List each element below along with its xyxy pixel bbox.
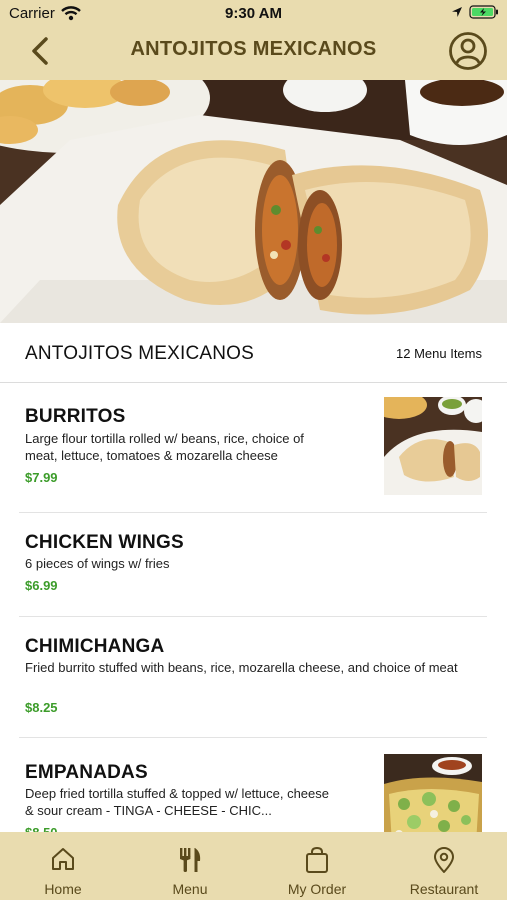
hero-image	[0, 80, 507, 323]
item-price: $7.99	[25, 470, 58, 485]
tab-my-order[interactable]: My Order	[254, 832, 380, 900]
status-time: 9:30 AM	[225, 5, 282, 22]
item-name: BURRITOS	[25, 406, 126, 427]
top-bar: Carrier 9:30 AM ANTOJITOS MEXICANOS	[0, 0, 507, 80]
menu-item-chimichanga[interactable]: CHIMICHANGA Fried burrito stuffed with b…	[19, 617, 487, 738]
map-pin-icon	[434, 847, 454, 873]
tab-bar: Home Menu My Order Restaurant	[0, 832, 507, 900]
item-name: CHICKEN WINGS	[25, 532, 184, 553]
tab-restaurant[interactable]: Restaurant	[381, 832, 507, 900]
battery-icon	[469, 5, 498, 19]
item-price: $6.99	[25, 578, 58, 593]
page-title: ANTOJITOS MEXICANOS	[130, 38, 377, 60]
tab-restaurant-label: Restaurant	[409, 881, 479, 897]
location-arrow-icon	[452, 7, 462, 17]
home-icon	[52, 848, 74, 870]
item-name: EMPANADAS	[25, 762, 148, 783]
fork-knife-icon	[180, 848, 201, 872]
profile-button[interactable]	[447, 30, 489, 72]
item-name: CHIMICHANGA	[25, 636, 165, 657]
item-thumbnail	[384, 397, 482, 495]
navigation-bar: ANTOJITOS MEXICANOS	[0, 28, 507, 80]
tab-home[interactable]: Home	[0, 832, 126, 900]
section-title: ANTOJITOS MEXICANOS	[25, 343, 255, 364]
menu-item-chicken-wings[interactable]: CHICKEN WINGS 6 pieces of wings w/ fries…	[19, 513, 487, 617]
item-description: 6 pieces of wings w/ fries	[25, 556, 170, 571]
status-bar: Carrier 9:30 AM	[0, 0, 507, 28]
item-description: Fried burrito stuffed with beans, rice, …	[25, 660, 458, 675]
item-description: Deep fried tortilla stuffed & topped w/ …	[25, 786, 329, 818]
tab-my-order-label: My Order	[287, 881, 347, 897]
item-description: Large flour tortilla rolled w/ beans, ri…	[25, 431, 304, 463]
user-icon	[449, 32, 487, 70]
tab-home-label: Home	[44, 881, 82, 897]
item-price: $8.25	[25, 700, 58, 715]
tab-menu[interactable]: Menu	[127, 832, 253, 900]
menu-item-burritos[interactable]: BURRITOS Large flour tortilla rolled w/ …	[19, 384, 487, 513]
menu-item-count: 12 Menu Items	[396, 346, 482, 361]
shopping-bag-icon	[306, 846, 328, 873]
section-header: ANTOJITOS MEXICANOS 12 Menu Items	[0, 323, 507, 383]
status-indicators	[451, 5, 499, 19]
tab-menu-label: Menu	[172, 881, 208, 897]
